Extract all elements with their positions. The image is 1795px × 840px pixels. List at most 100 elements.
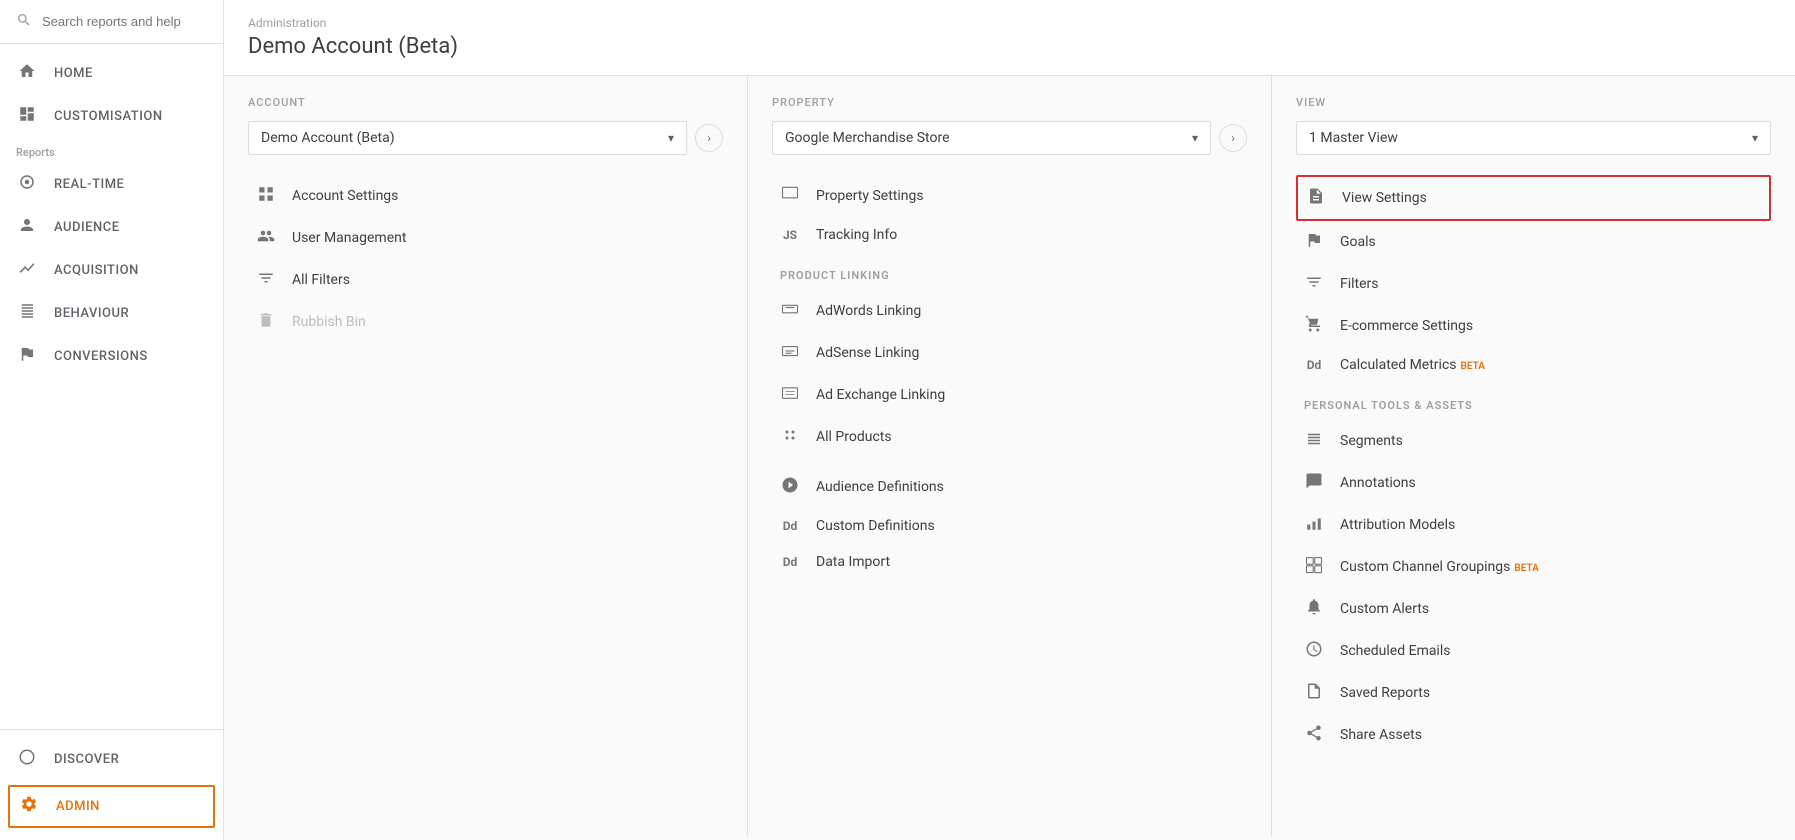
saved-reports-item[interactable]: Saved Reports [1296,672,1771,714]
segments-icon [1304,430,1324,452]
sidebar-item-home[interactable]: HOME [0,52,223,95]
sidebar-item-acquisition-label: ACQUISITION [54,263,139,278]
attribution-models-item[interactable]: Attribution Models [1296,504,1771,546]
sidebar-item-discover[interactable]: DISCOVER [0,738,223,781]
realtime-icon [16,173,38,196]
product-linking-label: PRODUCT LINKING [772,253,1247,290]
view-column: VIEW 1 Master View ▾ View Settings Goa [1272,76,1795,836]
share-assets-label: Share Assets [1340,727,1422,743]
all-products-item[interactable]: All Products [772,416,1247,458]
custom-definitions-item[interactable]: Dd Custom Definitions [772,508,1247,544]
tracking-info-label: Tracking Info [816,227,897,243]
page-title: Demo Account (Beta) [248,34,1771,75]
sidebar-item-acquisition[interactable]: ACQUISITION [0,249,223,292]
goals-item[interactable]: Goals [1296,221,1771,263]
nav-items: HOME CUSTOMISATION Reports REAL-TIME AUD… [0,44,223,729]
annotations-label: Annotations [1340,475,1416,491]
search-input[interactable] [42,14,207,29]
account-settings-icon [256,185,276,207]
rubbish-bin-label: Rubbish Bin [292,314,366,330]
sidebar-item-behaviour[interactable]: BEHAVIOUR [0,292,223,335]
ecommerce-settings-label: E-commerce Settings [1340,318,1473,334]
acquisition-icon [16,259,38,282]
admin-breadcrumb: Administration [248,16,1771,30]
sidebar-item-audience[interactable]: AUDIENCE [0,206,223,249]
property-settings-icon [780,185,800,207]
account-dropdown-value: Demo Account (Beta) [261,130,395,146]
property-column-next-arrow[interactable]: › [1219,124,1247,152]
attribution-models-icon [1304,514,1324,536]
account-settings-item[interactable]: Account Settings [248,175,723,217]
custom-alerts-item[interactable]: Custom Alerts [1296,588,1771,630]
filters-item[interactable]: Filters [1296,263,1771,305]
home-icon [16,62,38,85]
annotations-icon [1304,472,1324,494]
share-assets-icon [1304,724,1324,746]
sidebar-item-realtime[interactable]: REAL-TIME [0,163,223,206]
ecommerce-settings-icon [1304,315,1324,337]
reports-section-label: Reports [0,138,223,163]
view-dropdown-arrow-icon: ▾ [1752,131,1758,145]
discover-icon [16,748,38,771]
ecommerce-settings-item[interactable]: E-commerce Settings [1296,305,1771,347]
user-management-label: User Management [292,230,406,246]
ad-exchange-linking-icon [780,384,800,406]
account-column: ACCOUNT Demo Account (Beta) ▾ › Account … [224,76,748,836]
scheduled-emails-item[interactable]: Scheduled Emails [1296,630,1771,672]
admin-icon [18,795,40,818]
segments-item[interactable]: Segments [1296,420,1771,462]
sidebar: HOME CUSTOMISATION Reports REAL-TIME AUD… [0,0,224,840]
account-column-header: ACCOUNT [248,96,723,109]
view-dropdown-value: 1 Master View [1309,130,1398,146]
sidebar-item-behaviour-label: BEHAVIOUR [54,306,129,321]
rubbish-bin-icon [256,311,276,333]
sidebar-item-admin[interactable]: ADMIN [8,785,215,828]
account-dropdown[interactable]: Demo Account (Beta) ▾ [248,121,687,155]
scheduled-emails-label: Scheduled Emails [1340,643,1450,659]
share-assets-item[interactable]: Share Assets [1296,714,1771,756]
property-dropdown[interactable]: Google Merchandise Store ▾ [772,121,1211,155]
ad-exchange-linking-item[interactable]: Ad Exchange Linking [772,374,1247,416]
property-column-header: PROPERTY [772,96,1247,109]
dashboard-icon [16,105,38,128]
tracking-info-item[interactable]: JS Tracking Info [772,217,1247,253]
columns-container: ACCOUNT Demo Account (Beta) ▾ › Account … [224,76,1795,836]
custom-channel-groupings-label: Custom Channel Groupings [1340,559,1510,575]
adwords-linking-icon [780,300,800,322]
property-dropdown-arrow-icon: ▾ [1192,131,1198,145]
view-settings-item[interactable]: View Settings [1296,175,1771,221]
sidebar-item-admin-label: ADMIN [56,799,100,814]
all-filters-item[interactable]: All Filters [248,259,723,301]
custom-alerts-label: Custom Alerts [1340,601,1429,617]
sidebar-item-realtime-label: REAL-TIME [54,177,124,192]
annotations-item[interactable]: Annotations [1296,462,1771,504]
search-bar[interactable] [0,0,223,44]
view-dropdown[interactable]: 1 Master View ▾ [1296,121,1771,155]
sidebar-item-conversions[interactable]: CONVERSIONS [0,335,223,378]
sidebar-item-audience-label: AUDIENCE [54,220,120,235]
custom-alerts-icon [1304,598,1324,620]
audience-definitions-item[interactable]: Audience Definitions [772,466,1247,508]
attribution-models-label: Attribution Models [1340,517,1455,533]
sidebar-item-conversions-label: CONVERSIONS [54,349,148,364]
saved-reports-label: Saved Reports [1340,685,1430,701]
property-dropdown-row: Google Merchandise Store ▾ › [772,121,1247,155]
adwords-linking-item[interactable]: AdWords Linking [772,290,1247,332]
property-settings-item[interactable]: Property Settings [772,175,1247,217]
custom-channel-groupings-item[interactable]: Custom Channel Groupings BETA [1296,546,1771,588]
account-column-next-arrow[interactable]: › [695,124,723,152]
data-import-icon: Dd [780,555,800,569]
sidebar-item-customisation[interactable]: CUSTOMISATION [0,95,223,138]
filters-icon [1304,273,1324,295]
all-filters-icon [256,269,276,291]
conversions-icon [16,345,38,368]
user-management-item[interactable]: User Management [248,217,723,259]
audience-icon [16,216,38,239]
data-import-item[interactable]: Dd Data Import [772,544,1247,580]
rubbish-bin-item[interactable]: Rubbish Bin [248,301,723,343]
calculated-metrics-item[interactable]: Dd Calculated Metrics BETA [1296,347,1771,383]
account-dropdown-row: Demo Account (Beta) ▾ › [248,121,723,155]
custom-channel-groupings-icon [1304,556,1324,578]
goals-icon [1304,231,1324,253]
adsense-linking-item[interactable]: AdSense Linking [772,332,1247,374]
